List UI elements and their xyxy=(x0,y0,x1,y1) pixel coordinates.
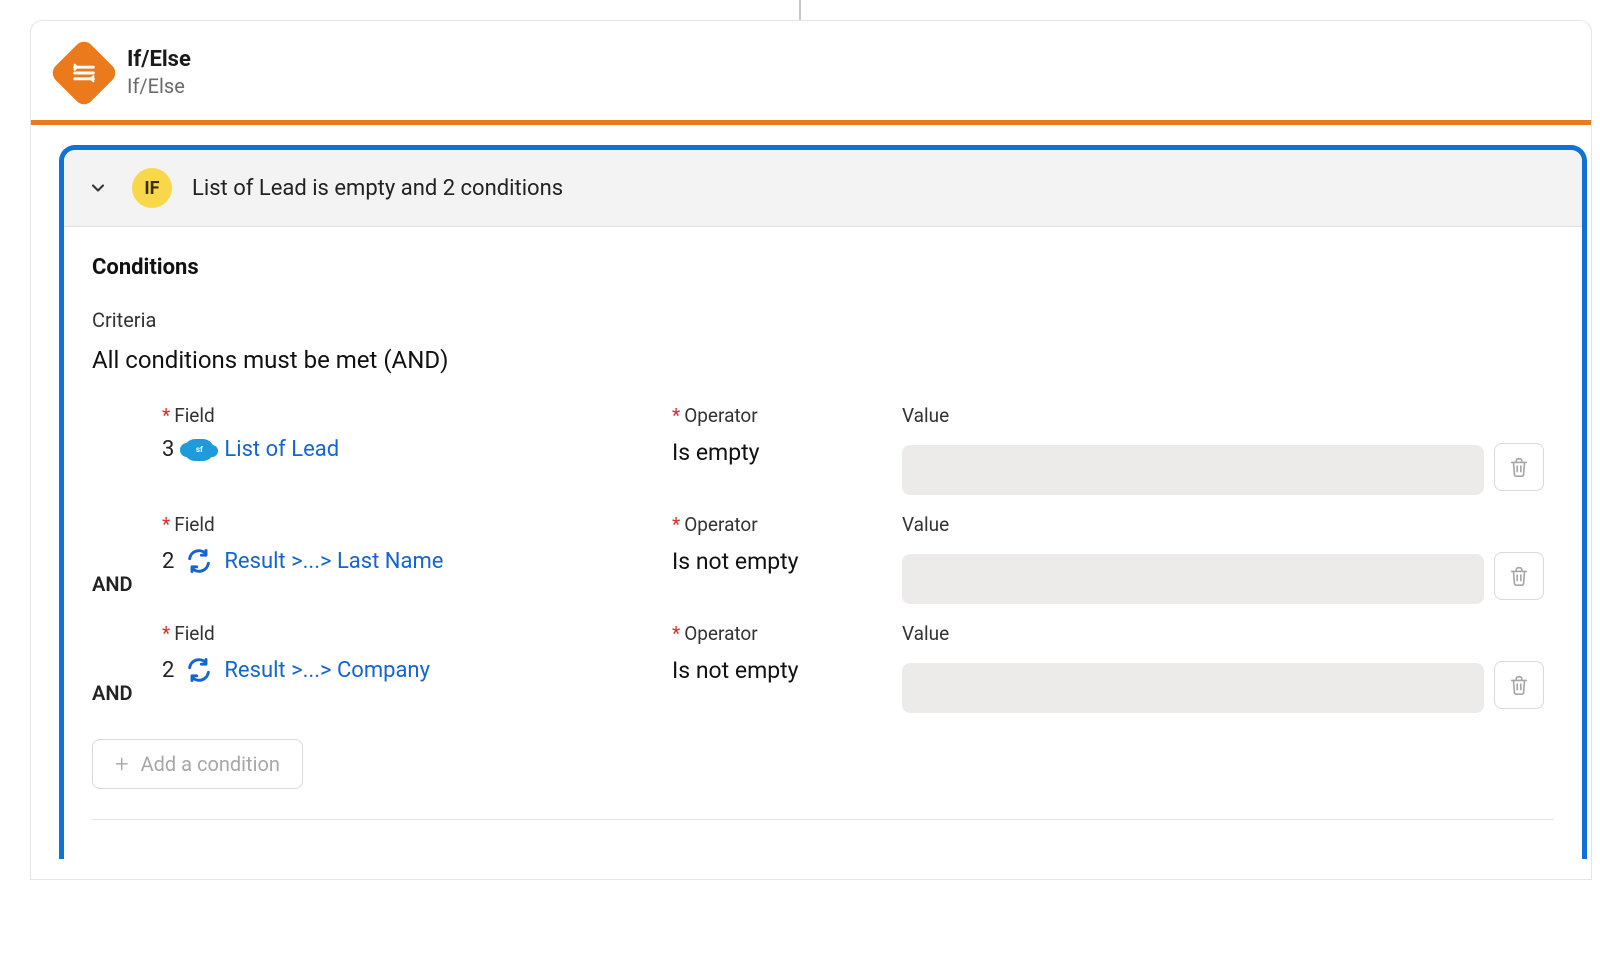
delete-condition-button[interactable] xyxy=(1494,661,1544,709)
value-input[interactable] xyxy=(902,445,1484,495)
field-value[interactable]: 2 Result >...> Company xyxy=(162,655,672,685)
header-title: If/Else xyxy=(127,47,191,72)
card-header: If/Else If/Else xyxy=(31,21,1591,120)
field-link[interactable]: Result >...> Company xyxy=(224,658,430,683)
plus-icon: + xyxy=(115,752,129,776)
field-label: *Field xyxy=(162,513,672,536)
add-condition-label: Add a condition xyxy=(141,752,280,776)
condition-panel: IF List of Lead is empty and 2 condition… xyxy=(59,145,1587,859)
panel-divider xyxy=(92,819,1554,859)
value-label: Value xyxy=(902,513,1484,536)
value-input[interactable] xyxy=(902,554,1484,604)
delete-condition-button[interactable] xyxy=(1494,443,1544,491)
header-subtitle: If/Else xyxy=(127,74,191,98)
condition-row: AND *Field 2 Result >...> Company *Operator I… xyxy=(92,622,1554,713)
criteria-value: All conditions must be met (AND) xyxy=(92,346,1554,374)
conditions-heading: Conditions xyxy=(92,255,1554,280)
cycle-icon xyxy=(184,655,214,685)
collapse-chevron-icon[interactable] xyxy=(84,174,112,202)
delete-condition-button[interactable] xyxy=(1494,552,1544,600)
if-else-card: If/Else If/Else IF List of Lead is empty… xyxy=(30,20,1592,880)
value-label: Value xyxy=(902,622,1484,645)
criteria-label: Criteria xyxy=(92,308,1554,332)
if-pill: IF xyxy=(132,168,172,208)
summary-text: List of Lead is empty and 2 conditions xyxy=(192,176,563,201)
operator-value[interactable]: Is empty xyxy=(672,437,902,466)
operator-label: *Operator xyxy=(672,404,902,427)
summary-bar[interactable]: IF List of Lead is empty and 2 condition… xyxy=(64,150,1582,227)
panel-body: Conditions Criteria All conditions must … xyxy=(64,227,1582,859)
condition-rows: *Field3sfList of Lead*OperatorIs emptyVa… xyxy=(92,404,1554,713)
field-link[interactable]: List of Lead xyxy=(224,437,339,462)
salesforce-icon: sf xyxy=(184,439,214,461)
operator-value[interactable]: Is not empty xyxy=(672,655,902,684)
condition-row: *Field 3 sf List of Lead *Operator Is emptyVa… xyxy=(92,404,1554,495)
step-number: 2 xyxy=(162,658,174,683)
field-label: *Field xyxy=(162,622,672,645)
step-number: 3 xyxy=(162,437,174,462)
value-label: Value xyxy=(902,404,1484,427)
field-link[interactable]: Result >...> Last Name xyxy=(224,549,443,574)
flow-connector xyxy=(799,0,801,20)
add-condition-button[interactable]: + Add a condition xyxy=(92,739,303,789)
and-label xyxy=(92,487,162,495)
if-else-icon xyxy=(49,37,120,108)
operator-label: *Operator xyxy=(672,513,902,536)
condition-row: AND *Field 2 Result >...> Last Name *Operato… xyxy=(92,513,1554,604)
and-label: AND xyxy=(92,572,162,604)
operator-label: *Operator xyxy=(672,622,902,645)
field-value[interactable]: 3 sf List of Lead xyxy=(162,437,672,462)
field-label: *Field xyxy=(162,404,672,427)
field-value[interactable]: 2 Result >...> Last Name xyxy=(162,546,672,576)
step-number: 2 xyxy=(162,549,174,574)
operator-value[interactable]: Is not empty xyxy=(672,546,902,575)
and-label: AND xyxy=(92,681,162,713)
value-input[interactable] xyxy=(902,663,1484,713)
cycle-icon xyxy=(184,546,214,576)
